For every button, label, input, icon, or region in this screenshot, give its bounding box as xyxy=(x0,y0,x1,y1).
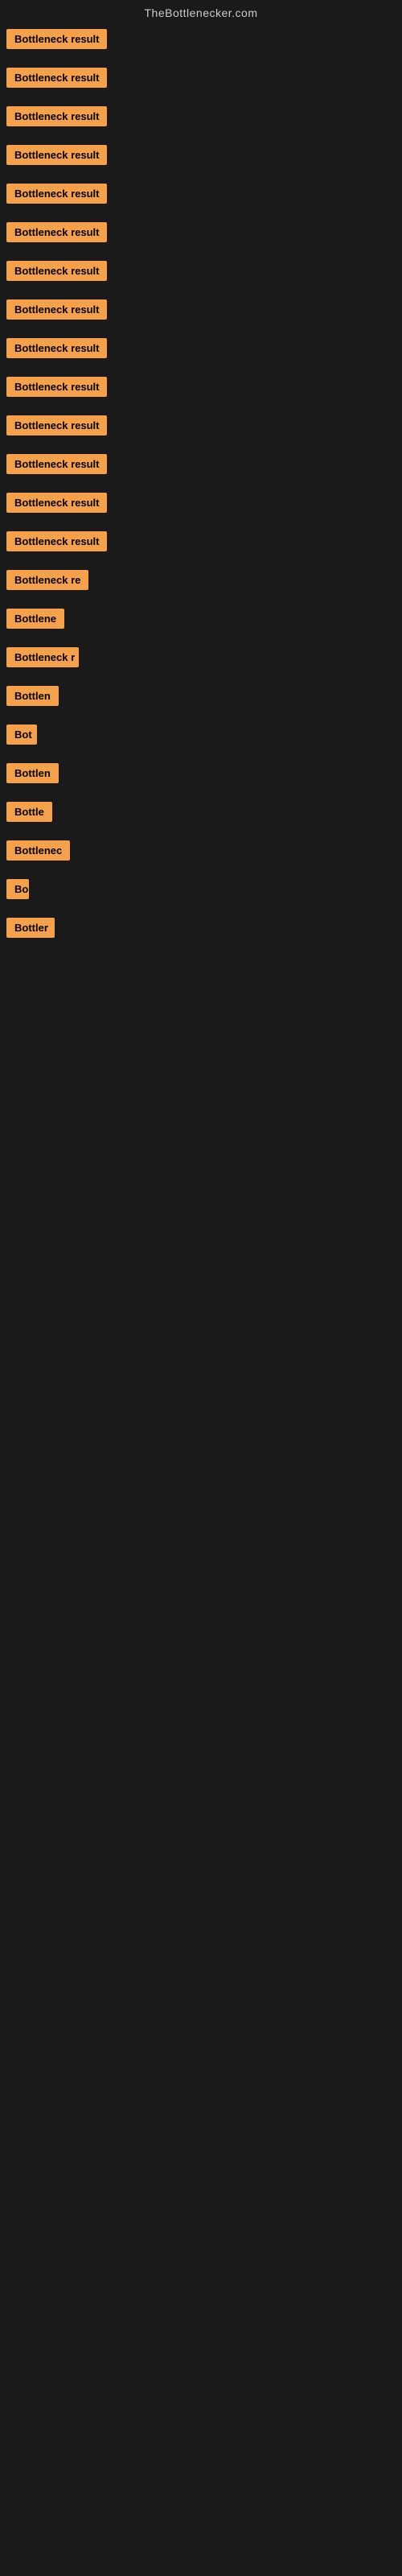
bottleneck-badge[interactable]: Bot xyxy=(6,724,37,745)
bottleneck-badge[interactable]: Bottleneck result xyxy=(6,261,107,281)
bottleneck-badge[interactable]: Bottleneck result xyxy=(6,377,107,397)
list-item: Bottlene xyxy=(3,609,402,633)
list-item: Bottleneck result xyxy=(3,106,402,130)
bottleneck-badge[interactable]: Bottlenec xyxy=(6,840,70,861)
bottleneck-badge[interactable]: Bottleneck r xyxy=(6,647,79,667)
list-item: Bottleneck result xyxy=(3,493,402,517)
list-item: Bottlen xyxy=(3,686,402,710)
list-item: Bottleneck result xyxy=(3,454,402,478)
list-item: Bo xyxy=(3,879,402,903)
bottleneck-badge[interactable]: Bo xyxy=(6,879,29,899)
list-item: Bottleneck result xyxy=(3,29,402,53)
bottleneck-badge[interactable]: Bottleneck result xyxy=(6,184,107,204)
list-item: Bottler xyxy=(3,918,402,942)
bottleneck-badge[interactable]: Bottler xyxy=(6,918,55,938)
list-item: Bottleneck result xyxy=(3,145,402,169)
bottleneck-badge[interactable]: Bottlen xyxy=(6,763,59,783)
bottleneck-badge[interactable]: Bottlene xyxy=(6,609,64,629)
items-container: Bottleneck result Bottleneck result Bottle… xyxy=(0,26,402,942)
bottleneck-badge[interactable]: Bottleneck result xyxy=(6,493,107,513)
bottleneck-badge[interactable]: Bottleneck re xyxy=(6,570,88,590)
list-item: Bottleneck result xyxy=(3,377,402,401)
bottleneck-badge[interactable]: Bottleneck result xyxy=(6,531,107,551)
bottleneck-badge[interactable]: Bottlen xyxy=(6,686,59,706)
list-item: Bot xyxy=(3,724,402,749)
bottleneck-badge[interactable]: Bottleneck result xyxy=(6,299,107,320)
list-item: Bottleneck result xyxy=(3,68,402,92)
list-item: Bottleneck result xyxy=(3,338,402,362)
list-item: Bottleneck result xyxy=(3,261,402,285)
list-item: Bottleneck result xyxy=(3,299,402,324)
site-title: TheBottlenecker.com xyxy=(0,0,402,26)
list-item: Bottlenec xyxy=(3,840,402,865)
list-item: Bottleneck result xyxy=(3,531,402,555)
list-item: Bottleneck result xyxy=(3,415,402,440)
bottleneck-badge[interactable]: Bottleneck result xyxy=(6,145,107,165)
bottleneck-badge[interactable]: Bottleneck result xyxy=(6,454,107,474)
list-item: Bottleneck re xyxy=(3,570,402,594)
bottleneck-badge[interactable]: Bottleneck result xyxy=(6,415,107,436)
list-item: Bottleneck r xyxy=(3,647,402,671)
list-item: Bottleneck result xyxy=(3,184,402,208)
bottleneck-badge[interactable]: Bottleneck result xyxy=(6,338,107,358)
bottleneck-badge[interactable]: Bottleneck result xyxy=(6,222,107,242)
list-item: Bottleneck result xyxy=(3,222,402,246)
list-item: Bottlen xyxy=(3,763,402,787)
bottleneck-badge[interactable]: Bottleneck result xyxy=(6,29,107,49)
bottleneck-badge[interactable]: Bottle xyxy=(6,802,52,822)
bottleneck-badge[interactable]: Bottleneck result xyxy=(6,68,107,88)
bottleneck-badge[interactable]: Bottleneck result xyxy=(6,106,107,126)
list-item: Bottle xyxy=(3,802,402,826)
